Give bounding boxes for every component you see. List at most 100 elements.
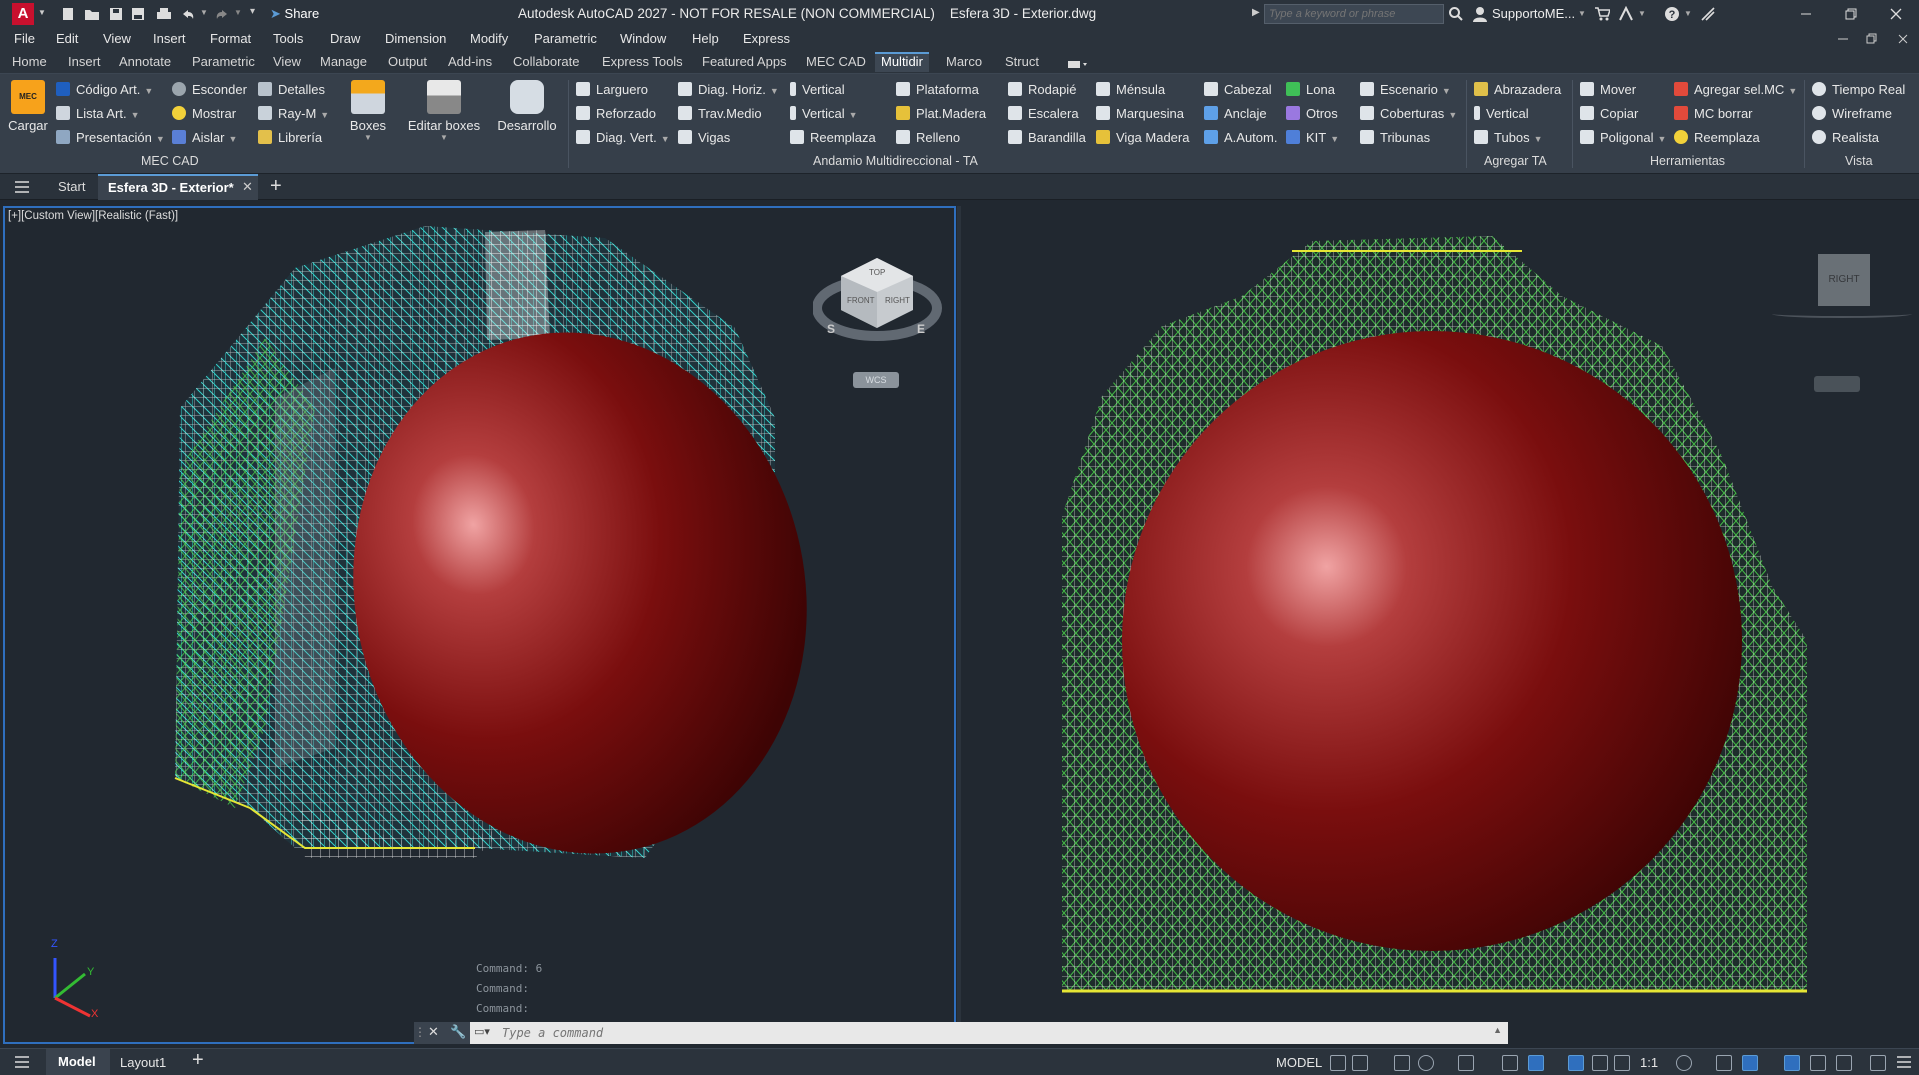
desarrollo-button[interactable]: Desarrollo: [492, 80, 562, 133]
quick-properties-icon[interactable]: [1784, 1055, 1800, 1071]
wireframe-button[interactable]: Wireframe: [1812, 104, 1892, 124]
reforzado-button[interactable]: Reforzado: [576, 104, 656, 124]
tab-mec-cad[interactable]: MEC CAD: [800, 54, 872, 74]
search-expand-icon[interactable]: ▶: [1252, 7, 1260, 18]
command-close-icon[interactable]: ✕: [428, 1024, 439, 1040]
annotation-scale-value[interactable]: 1:1: [1640, 1055, 1658, 1070]
drawing-area[interactable]: [+][Custom View][Realistic (Fast)] TOP F…: [0, 200, 1919, 1048]
hamburger-menu-icon[interactable]: [14, 180, 30, 194]
larguero-button[interactable]: Larguero: [576, 80, 648, 100]
coberturas-button[interactable]: Coberturas ▼: [1360, 104, 1457, 124]
menu-express[interactable]: Express: [743, 31, 790, 46]
rodapie-button[interactable]: Rodapié: [1008, 80, 1076, 100]
barandilla-button[interactable]: Barandilla: [1008, 128, 1086, 148]
open-file-icon[interactable]: [84, 6, 100, 22]
editar-boxes-button[interactable]: Editar boxes ▼: [404, 80, 484, 142]
minimize-button[interactable]: [1796, 4, 1816, 24]
tubos-button[interactable]: Tubos ▼: [1474, 128, 1543, 148]
otros-button[interactable]: Otros: [1286, 104, 1338, 124]
libreria-button[interactable]: Librería: [258, 128, 322, 148]
workspace-switch-icon[interactable]: [1676, 1055, 1692, 1071]
save-icon[interactable]: [108, 6, 124, 22]
plat-madera-button[interactable]: Plat.Madera: [896, 104, 986, 124]
menu-file[interactable]: File: [14, 31, 35, 46]
tab-manage[interactable]: Manage: [314, 54, 373, 74]
abrazadera-button[interactable]: Abrazadera: [1474, 80, 1561, 100]
tab-start[interactable]: Start: [58, 179, 85, 194]
search-icon[interactable]: [1448, 6, 1464, 22]
detalles-button[interactable]: Detalles: [258, 80, 325, 100]
viewcube[interactable]: TOP FRONT RIGHT S E: [813, 244, 943, 344]
search-input[interactable]: [1264, 4, 1444, 24]
annotation-monitor-icon[interactable]: [1716, 1055, 1732, 1071]
command-grip-icon[interactable]: ⋮: [414, 1025, 426, 1039]
marquesina-button[interactable]: Marquesina: [1096, 104, 1184, 124]
object-snap-icon[interactable]: [1528, 1055, 1544, 1071]
clean-screen-icon[interactable]: [1870, 1055, 1886, 1071]
tab-active-document[interactable]: Esfera 3D - Exterior* ✕: [98, 174, 258, 200]
kit-button[interactable]: KIT ▼: [1286, 128, 1339, 148]
tab-add-ins[interactable]: Add-ins: [442, 54, 498, 74]
command-customize-icon[interactable]: 🔧: [450, 1024, 466, 1040]
new-file-icon[interactable]: [60, 6, 76, 22]
lock-ui-icon[interactable]: [1810, 1055, 1826, 1071]
tab-layout1[interactable]: Layout1: [120, 1055, 166, 1070]
viewport-left[interactable]: [+][Custom View][Realistic (Fast)] TOP F…: [3, 206, 956, 1044]
command-input-box[interactable]: ▭▾ ▲: [470, 1022, 1508, 1044]
user-icon[interactable]: [1472, 6, 1488, 22]
tab-collaborate[interactable]: Collaborate: [507, 54, 586, 74]
redo-icon[interactable]: [214, 6, 230, 22]
lista-art-button[interactable]: Lista Art. ▼: [56, 104, 140, 124]
help-icon[interactable]: ?: [1664, 6, 1680, 22]
ray-m-button[interactable]: Ray-M ▼: [258, 104, 329, 124]
mostrar-button[interactable]: Mostrar: [172, 104, 236, 124]
cargar-button[interactable]: MEC Cargar: [6, 80, 50, 133]
customization-icon[interactable]: [1896, 1055, 1912, 1069]
tab-featured-apps[interactable]: Featured Apps: [696, 54, 793, 74]
viewcube-right-view[interactable]: RIGHT: [1818, 254, 1870, 306]
help-dropdown-icon[interactable]: ▼: [1684, 9, 1692, 18]
menu-parametric[interactable]: Parametric: [534, 31, 597, 46]
tab-struct[interactable]: Struct: [999, 54, 1045, 74]
tiempo-real-button[interactable]: Tiempo Real: [1812, 80, 1905, 100]
viewcube-top-face[interactable]: TOP: [869, 268, 885, 277]
viewcube-front-face[interactable]: FRONT: [847, 296, 875, 305]
a-autom-button[interactable]: A.Autom.: [1204, 128, 1277, 148]
menu-help[interactable]: Help: [692, 31, 719, 46]
layout-menu-icon[interactable]: [14, 1055, 30, 1069]
account-dropdown-icon[interactable]: ▼: [1638, 9, 1646, 18]
mensula-button[interactable]: Ménsula: [1096, 80, 1165, 100]
save-as-icon[interactable]: [130, 6, 146, 22]
vigas-button[interactable]: Vigas: [678, 128, 730, 148]
command-history-toggle-icon[interactable]: ▲: [1493, 1025, 1502, 1035]
menu-modify[interactable]: Modify: [470, 31, 508, 46]
lona-button[interactable]: Lona: [1286, 80, 1335, 100]
vertical-button-2[interactable]: Vertical ▼: [790, 104, 858, 124]
viewport-splitter[interactable]: [957, 206, 961, 1044]
isodraft-icon[interactable]: [1458, 1055, 1474, 1071]
polar-icon[interactable]: [1418, 1055, 1434, 1071]
menu-window[interactable]: Window: [620, 31, 666, 46]
undo-dropdown-icon[interactable]: ▼: [200, 8, 208, 17]
wcs-menu-right[interactable]: [1814, 376, 1860, 392]
mc-borrar-button[interactable]: MC borrar: [1674, 104, 1753, 124]
aislar-button[interactable]: Aislar ▼: [172, 128, 237, 148]
compass-east[interactable]: E: [917, 322, 925, 336]
isolate-objects-icon[interactable]: [1836, 1055, 1852, 1071]
viga-madera-button[interactable]: Viga Madera: [1096, 128, 1189, 148]
tab-home[interactable]: Home: [6, 54, 53, 74]
menu-view[interactable]: View: [103, 31, 131, 46]
plot-icon[interactable]: [156, 6, 172, 22]
redo-dropdown-icon[interactable]: ▼: [234, 8, 242, 17]
add-layout-icon[interactable]: +: [192, 1049, 204, 1072]
close-tab-icon[interactable]: ✕: [242, 179, 253, 195]
command-input[interactable]: [502, 1024, 1402, 1042]
share-button[interactable]: ➤ Share: [270, 6, 319, 22]
object-snap-tracking-icon[interactable]: [1502, 1055, 1518, 1071]
poligonal-button[interactable]: Poligonal ▼: [1580, 128, 1666, 148]
undo-icon[interactable]: [180, 6, 196, 22]
user-dropdown-icon[interactable]: ▼: [1578, 9, 1586, 18]
tab-view[interactable]: View: [267, 54, 307, 74]
units-icon[interactable]: [1742, 1055, 1758, 1071]
annotation-scale-icon[interactable]: [1614, 1055, 1630, 1071]
